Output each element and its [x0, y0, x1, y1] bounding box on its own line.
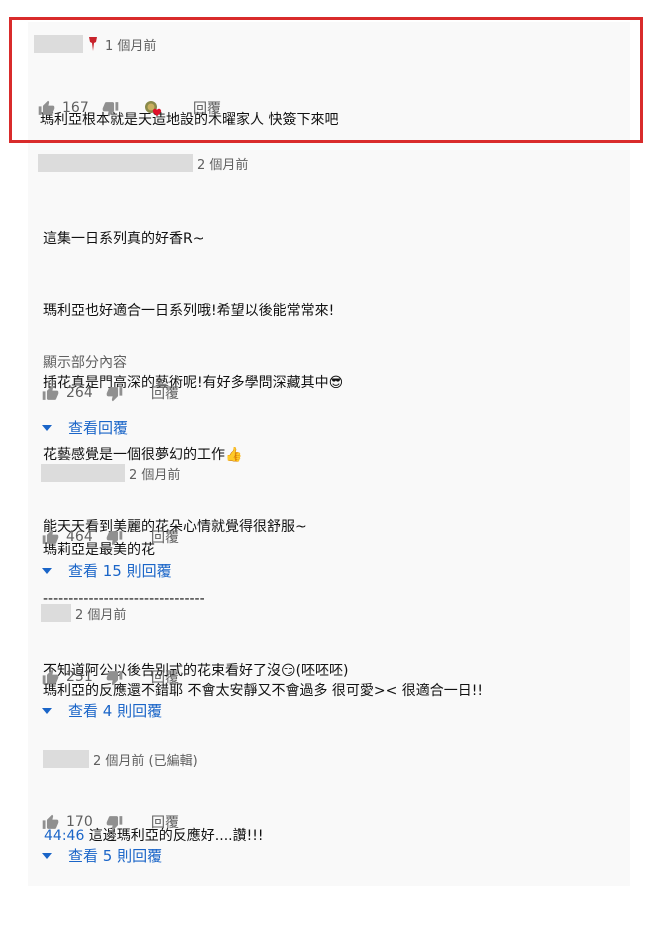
like-count: 231 [66, 669, 93, 685]
caret-down-icon [42, 424, 52, 431]
author-name-redacted[interactable] [41, 604, 71, 622]
reply-button[interactable]: 回覆 [151, 383, 179, 403]
reply-button[interactable]: 回覆 [151, 667, 179, 687]
author-name-redacted[interactable] [43, 750, 89, 768]
author-name-redacted[interactable] [41, 464, 125, 482]
comment-line: 瑪利亞也好適合一日系列哦!希望以後能常常來! [43, 303, 335, 319]
comment-meta: 2 個月前 [41, 604, 127, 623]
comment-meta: 2 個月前 [38, 154, 249, 173]
thumbs-down-icon[interactable] [106, 669, 123, 686]
comment-line: 這集一日系列真的好香R~ [43, 231, 205, 247]
caret-down-icon [42, 567, 52, 574]
comment-actions: 231 回覆 [42, 666, 179, 688]
thumbs-up-icon[interactable] [42, 529, 59, 546]
thumbs-up-icon[interactable] [42, 814, 59, 831]
view-replies-label: 查看 4 則回覆 [68, 702, 163, 720]
show-more-link[interactable]: 顯示部分內容 [43, 352, 127, 372]
comment-text: 瑪利亞的反應還不錯耶 不會太安靜又不會過多 很可愛>< 很適合一日!! [43, 631, 483, 751]
comment-meta: 2 個月前 (已編輯) [43, 750, 198, 769]
comment-text: 瑪莉亞是最美的花 [43, 490, 155, 610]
comment-time: 2 個月前 [75, 607, 127, 623]
view-replies-label: 查看 5 則回覆 [68, 847, 163, 865]
comment-meta: 2 個月前 [41, 464, 181, 483]
thumbs-up-icon[interactable] [42, 385, 59, 402]
view-replies-button[interactable]: 查看 5 則回覆 [42, 845, 162, 866]
comment-actions: 264 回覆 [42, 382, 179, 404]
comment-actions: 464 回覆 [42, 526, 179, 548]
highlight-box [9, 17, 643, 143]
like-count: 264 [66, 385, 93, 401]
comment-text: 44:46 這邊瑪利亞的反應好....讚!!! [44, 776, 263, 896]
comment-time: 2 個月前 [197, 157, 249, 173]
view-replies-label: 查看 15 則回覆 [68, 562, 172, 580]
view-replies-label: 查看回覆 [68, 419, 129, 437]
view-replies-button[interactable]: 查看 4 則回覆 [42, 700, 162, 721]
view-replies-button[interactable]: 查看回覆 [42, 417, 128, 438]
like-count: 464 [66, 529, 93, 545]
reply-button[interactable]: 回覆 [151, 527, 179, 547]
thumbs-down-icon[interactable] [106, 814, 123, 831]
like-count: 170 [66, 814, 93, 830]
reply-button[interactable]: 回覆 [151, 812, 179, 832]
view-replies-button[interactable]: 查看 15 則回覆 [42, 560, 172, 581]
thumbs-up-icon[interactable] [42, 669, 59, 686]
comment-time: 2 個月前 (已編輯) [93, 753, 198, 769]
caret-down-icon [42, 852, 52, 859]
comment-time: 2 個月前 [129, 467, 181, 483]
thumbs-down-icon[interactable] [106, 385, 123, 402]
caret-down-icon [42, 707, 52, 714]
comment-actions: 170 回覆 [42, 811, 179, 833]
thumbs-down-icon[interactable] [106, 529, 123, 546]
author-name-redacted[interactable] [38, 154, 193, 172]
